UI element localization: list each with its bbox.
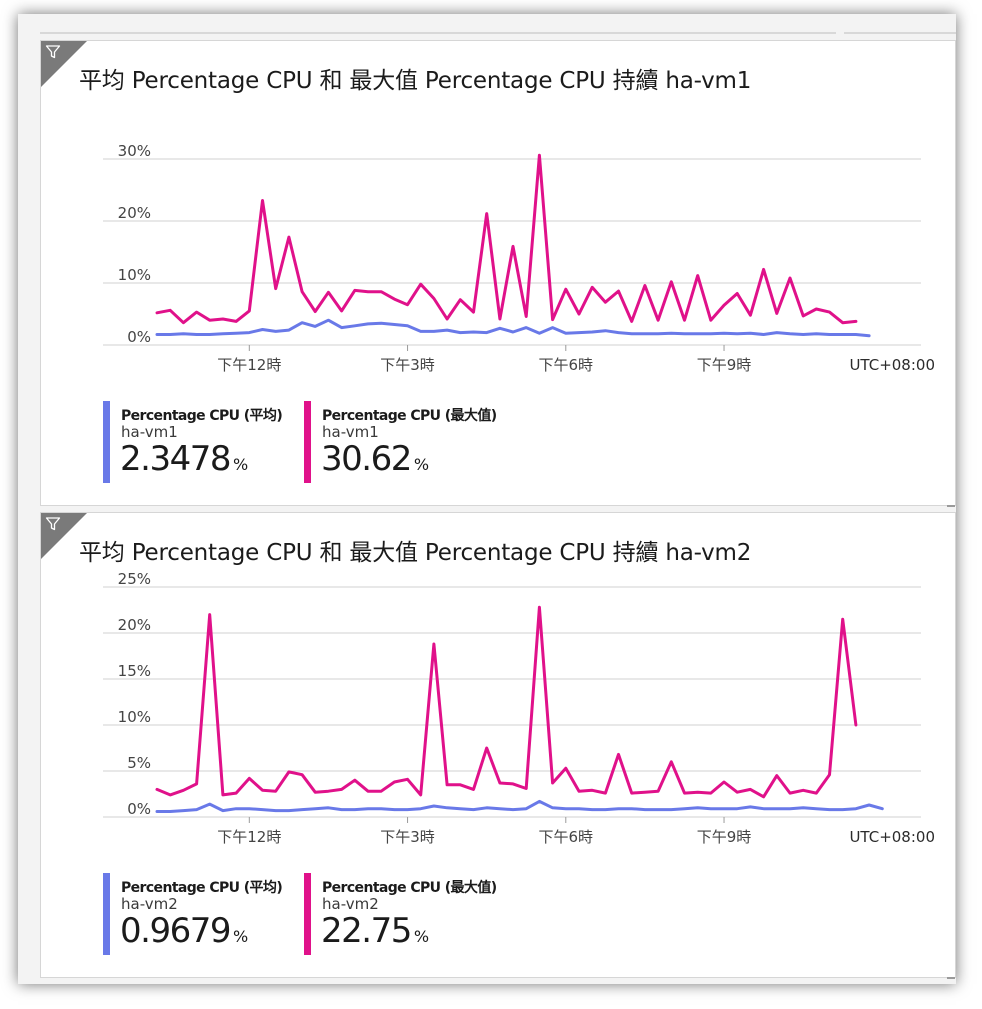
y-tick-label: 10% — [118, 708, 151, 726]
legend-value: 0.9679% — [120, 911, 248, 951]
series-line-max[interactable] — [155, 153, 858, 325]
legend-value: 22.75% — [321, 911, 429, 951]
series-line-max[interactable] — [155, 605, 858, 799]
x-tick-label: 下午3時 — [380, 828, 435, 846]
x-tick-label: 下午6時 — [539, 828, 594, 846]
legend-value: 30.62% — [321, 439, 429, 479]
x-tick-label: 下午6時 — [539, 356, 594, 374]
x-tick-label: 下午12時 — [217, 356, 281, 374]
legend-value-number: 30.62 — [321, 439, 412, 479]
top-divider-right — [844, 32, 956, 34]
top-divider — [40, 32, 836, 34]
x-tick-label: 下午12時 — [217, 828, 281, 846]
y-tick-label: 30% — [118, 142, 151, 160]
legend-swatch — [304, 873, 311, 955]
legend-value-unit: % — [413, 927, 430, 946]
legend-swatch — [103, 401, 110, 483]
legend-value-unit: % — [232, 455, 249, 474]
x-tick-label: 下午3時 — [380, 356, 435, 374]
series-line-avg[interactable] — [155, 799, 884, 813]
y-tick-label: 0% — [127, 800, 151, 818]
y-tick-label: 10% — [118, 266, 151, 284]
legend-value-number: 0.9679 — [120, 911, 231, 951]
chart-tile-ha-vm2[interactable]: 平均 Percentage CPU 和 最大值 Percentage CPU 持… — [40, 512, 957, 979]
line-chart[interactable]: 0% 5% 10% 15% 20% 25% 下午12時 下午3時 下午6時 下午9時 UTC+08:… — [41, 513, 957, 873]
timezone-label: UTC+08:00 — [849, 828, 935, 846]
x-tick-label: 下午9時 — [697, 356, 752, 374]
x-tick-label: 下午9時 — [697, 828, 752, 846]
resize-handle[interactable] — [947, 977, 955, 979]
y-tick-label: 20% — [118, 204, 151, 222]
chart-tile-ha-vm1[interactable]: 平均 Percentage CPU 和 最大值 Percentage CPU 持… — [40, 40, 957, 507]
legend-metric-name: Percentage CPU (最大值) — [322, 880, 497, 896]
y-tick-label: 0% — [127, 328, 151, 346]
dashboard-panel: 平均 Percentage CPU 和 最大值 Percentage CPU 持… — [18, 14, 956, 984]
timezone-label: UTC+08:00 — [849, 356, 935, 374]
legend-metric-name: Percentage CPU (平均) — [121, 880, 283, 896]
series-line-avg[interactable] — [155, 318, 871, 338]
y-tick-label: 15% — [118, 662, 151, 680]
y-tick-label: 5% — [127, 754, 151, 772]
legend-value-number: 22.75 — [321, 911, 412, 951]
resize-handle[interactable] — [947, 505, 955, 507]
legend-swatch — [103, 873, 110, 955]
legend-metric-name: Percentage CPU (平均) — [121, 408, 283, 424]
legend-value-number: 2.3478 — [120, 439, 231, 479]
legend-value: 2.3478% — [120, 439, 248, 479]
y-tick-label: 25% — [118, 570, 151, 588]
y-tick-label: 20% — [118, 616, 151, 634]
legend-metric-name: Percentage CPU (最大值) — [322, 408, 497, 424]
line-chart[interactable]: 0% 10% 20% 30% 下午12時 下午3時 下午6時 下午9時 UTC+08:00 — [41, 41, 957, 401]
legend-value-unit: % — [232, 927, 249, 946]
legend-value-unit: % — [413, 455, 430, 474]
legend-swatch — [304, 401, 311, 483]
